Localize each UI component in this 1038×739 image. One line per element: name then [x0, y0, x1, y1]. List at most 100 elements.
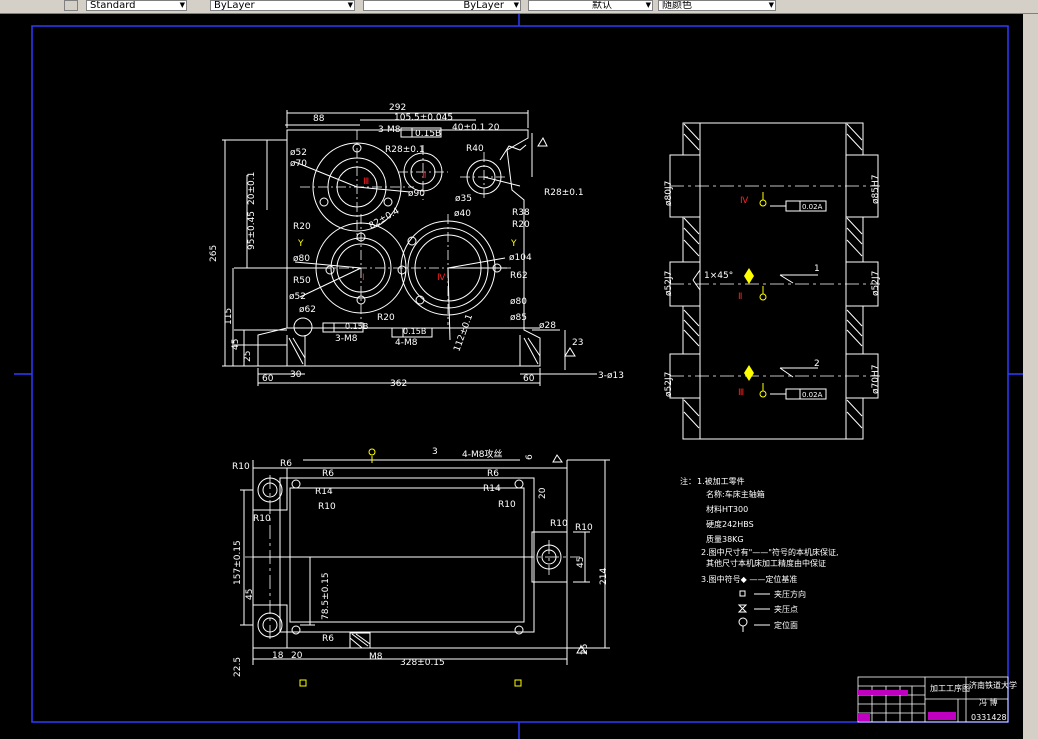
dim-text: 60 [262, 374, 274, 384]
dim-text: 88 [313, 114, 325, 124]
dim-text: ø52 [289, 292, 306, 302]
dim-text: ø80 [293, 254, 310, 264]
plotstyle-value: 随颜色 [662, 0, 692, 11]
roman-label: Ⅱ [738, 292, 742, 302]
technical-notes: 注： 1.被加工零件 名称:车床主轴箱 材料HT300 硬度242HBS 质量3… [680, 476, 839, 632]
dim-text: 82±0.4 [368, 206, 402, 231]
dim-text: 3-M8 [335, 334, 358, 344]
dim-text: 1 [814, 264, 820, 274]
dim-text: ø70 [290, 159, 307, 169]
dim-text: 30 [290, 370, 302, 380]
side-view [669, 122, 879, 440]
chevron-down-icon: ▼ [645, 1, 651, 9]
dim-text: R20 [293, 222, 311, 232]
chevron-down-icon: ▼ [347, 1, 353, 9]
locating-surface-icon [759, 390, 767, 398]
chevron-down-icon: ▼ [179, 1, 185, 9]
lineweight-value: 默认 [592, 0, 612, 11]
properties-toolbar: Standard ▼ ByLayer ▼ ByLayer ▼ 默认 ▼ 随颜色 ▼ [0, 0, 1038, 14]
textstyle-value: Standard [90, 0, 136, 11]
dim-text: 214 [599, 568, 609, 585]
dim-text: R10 [550, 519, 568, 529]
locating-surface-icon [759, 293, 767, 301]
dim-text: 0.15B [415, 129, 441, 139]
dim-text: R20 [512, 220, 530, 230]
school-name: 济南铁道大学 [969, 680, 1017, 690]
cad-drawing: 292 105.5±0.045 88 3-M8 0.15B 40±0.1 20 … [14, 14, 1023, 739]
dim-text: 0.02A [802, 391, 823, 399]
locating-surface-icon [738, 617, 748, 627]
dim-text: 1×45° [704, 271, 733, 281]
dim-text: R20 [377, 313, 395, 323]
dim-text: 20 [538, 487, 548, 499]
dim-text: 4-M8 [395, 338, 418, 348]
notes-line: 1.被加工零件 [697, 476, 745, 486]
linetype-dropdown[interactable]: ByLayer ▼ [363, 0, 521, 11]
dim-text: 25 [243, 351, 253, 362]
legend-label: 夹压点 [774, 604, 798, 614]
dim-text: ø52 [290, 148, 307, 158]
dim-text: R10 [498, 500, 516, 510]
layer-value: ByLayer [214, 0, 255, 11]
dim-text: R40 [466, 144, 484, 154]
dim-text: R28±0.1 [385, 145, 425, 155]
vertical-scrollbar[interactable] [1023, 14, 1038, 739]
dim-text: ø85H7 [871, 175, 881, 204]
dim-text: 18 [272, 651, 284, 661]
textstyle-icon[interactable] [64, 0, 78, 11]
front-view-text: 292 105.5±0.045 88 3-M8 0.15B 40±0.1 20 … [209, 103, 624, 389]
dim-text: ø52J7 [871, 271, 881, 296]
notes-line: 其他尺寸本机床加工精度由中保证 [706, 558, 826, 568]
dim-text: 0.02A [802, 203, 823, 211]
notes-line: 硬度242HBS [706, 519, 754, 529]
chevron-down-icon: ▼ [513, 1, 519, 9]
dim-text: 0.15B [403, 327, 426, 336]
dim-text: ø85 [510, 313, 527, 323]
dim-text: 78.5±0.15 [321, 572, 331, 620]
legend-label: 夹压方向 [774, 589, 806, 599]
dim-text: 3 [432, 447, 438, 457]
front-view-centerlines [300, 130, 512, 325]
dim-text: 95±0.45 [247, 211, 257, 250]
locating-surface-icon [759, 199, 767, 207]
lineweight-dropdown[interactable]: 默认 ▼ [528, 0, 653, 11]
dim-text: 22.5 [233, 657, 243, 677]
dim-text: ø52J7 [664, 271, 674, 296]
drawing-type: 加工工序图 [930, 683, 970, 693]
roman-label: I [362, 273, 365, 283]
dim-text: 45 [576, 557, 586, 568]
roman-label: Ⅳ [437, 273, 446, 283]
dim-text: 45 [245, 589, 255, 600]
top-view [240, 454, 610, 665]
linetype-value: ByLayer [463, 0, 504, 11]
notes-line: 质量38KG [706, 534, 744, 544]
dim-text: 60 [523, 374, 535, 384]
clamp-point-icon [737, 604, 748, 613]
drawing-canvas[interactable]: 292 105.5±0.045 88 3-M8 0.15B 40±0.1 20 … [0, 14, 1023, 739]
dim-text: 2 [814, 359, 820, 369]
dim-text: 25 [580, 644, 590, 655]
side-view-symbols [744, 192, 767, 398]
clamp-point-icon [514, 679, 522, 687]
dim-text: R62 [510, 271, 528, 281]
legend-label: 定位面 [774, 620, 798, 630]
chevron-down-icon: ▼ [768, 1, 774, 9]
notes-line: 名称:车床主轴箱 [706, 489, 765, 499]
roman-label: Y [510, 239, 517, 249]
roman-label: Ⅳ [740, 196, 749, 206]
dim-text: ø40 [454, 209, 471, 219]
dim-text: 40±0.1 [452, 123, 485, 133]
dim-text: ø35 [455, 194, 472, 204]
dim-text: 6 [525, 454, 535, 460]
locating-surface-icon [368, 448, 376, 456]
roman-label: Ⅲ [738, 388, 744, 398]
dim-text: 20±0.1 [247, 172, 257, 205]
textstyle-dropdown[interactable]: Standard ▼ [86, 0, 187, 11]
plotstyle-dropdown[interactable]: 随颜色 ▼ [658, 0, 776, 11]
dim-text: ø62 [299, 305, 316, 315]
dim-text: 20 [488, 123, 500, 133]
dim-text: R6 [322, 469, 334, 479]
dim-text: 23 [572, 338, 583, 348]
layer-dropdown[interactable]: ByLayer ▼ [210, 0, 355, 11]
dim-text: 328±0.15 [400, 658, 445, 668]
